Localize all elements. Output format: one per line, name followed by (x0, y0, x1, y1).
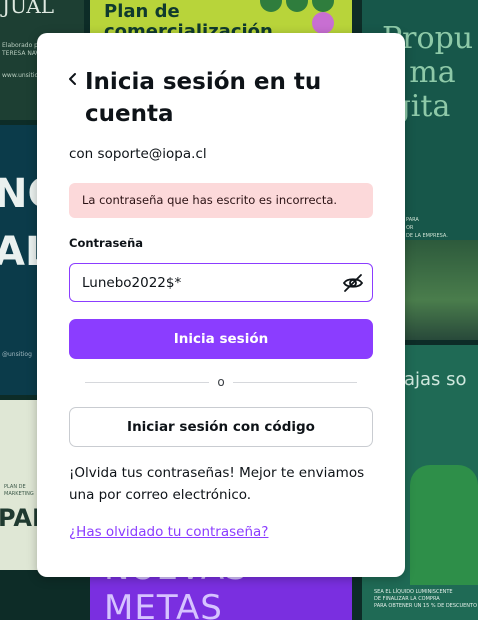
divider-line (233, 382, 357, 383)
error-alert: La contraseña que has escrito es incorre… (69, 183, 373, 218)
password-label: Contraseña (69, 236, 144, 250)
tile-text: SEA EL LÍQUIDO LUMINISCENTE DE FINALIZAR… (374, 589, 478, 609)
tile-text: PLAN DE (4, 484, 26, 490)
or-divider: o (85, 373, 357, 391)
eye-off-icon[interactable] (342, 273, 364, 293)
forgot-password-link[interactable]: ¿Has olvidado tu contraseña? (69, 524, 268, 540)
decor-circle (312, 12, 334, 34)
page-title: Inicia sesión en tu cuenta (85, 69, 322, 127)
tile-title: JUAL (2, 0, 54, 18)
template-tile-top-center: Plan de comercialización (90, 0, 352, 35)
password-field[interactable] (69, 263, 373, 302)
sign-in-with-code-button[interactable]: Iniciar sesión con código (69, 407, 373, 447)
password-input[interactable] (82, 264, 332, 301)
login-dialog: Inicia sesión en tu cuenta con soporte@i… (37, 33, 405, 577)
chevron-left-icon[interactable] (68, 71, 78, 87)
tile-text: MARKETING (4, 491, 34, 497)
tile-text: PARA OR DE LA EMPRESA. (406, 217, 448, 239)
eye-off-icon-svg (342, 274, 364, 292)
tile-title: ajas so (404, 369, 467, 390)
info-text: ¡Olvida tus contraseñas! Mejor te enviam… (69, 465, 365, 503)
sign-in-button[interactable]: Inicia sesión (69, 319, 373, 359)
chevron-left-icon-svg (69, 73, 76, 85)
grass-photo (400, 240, 478, 340)
tile-text: @unsitiog (2, 351, 32, 358)
person-photo (410, 465, 478, 585)
account-email: con soporte@iopa.cl (69, 146, 207, 162)
